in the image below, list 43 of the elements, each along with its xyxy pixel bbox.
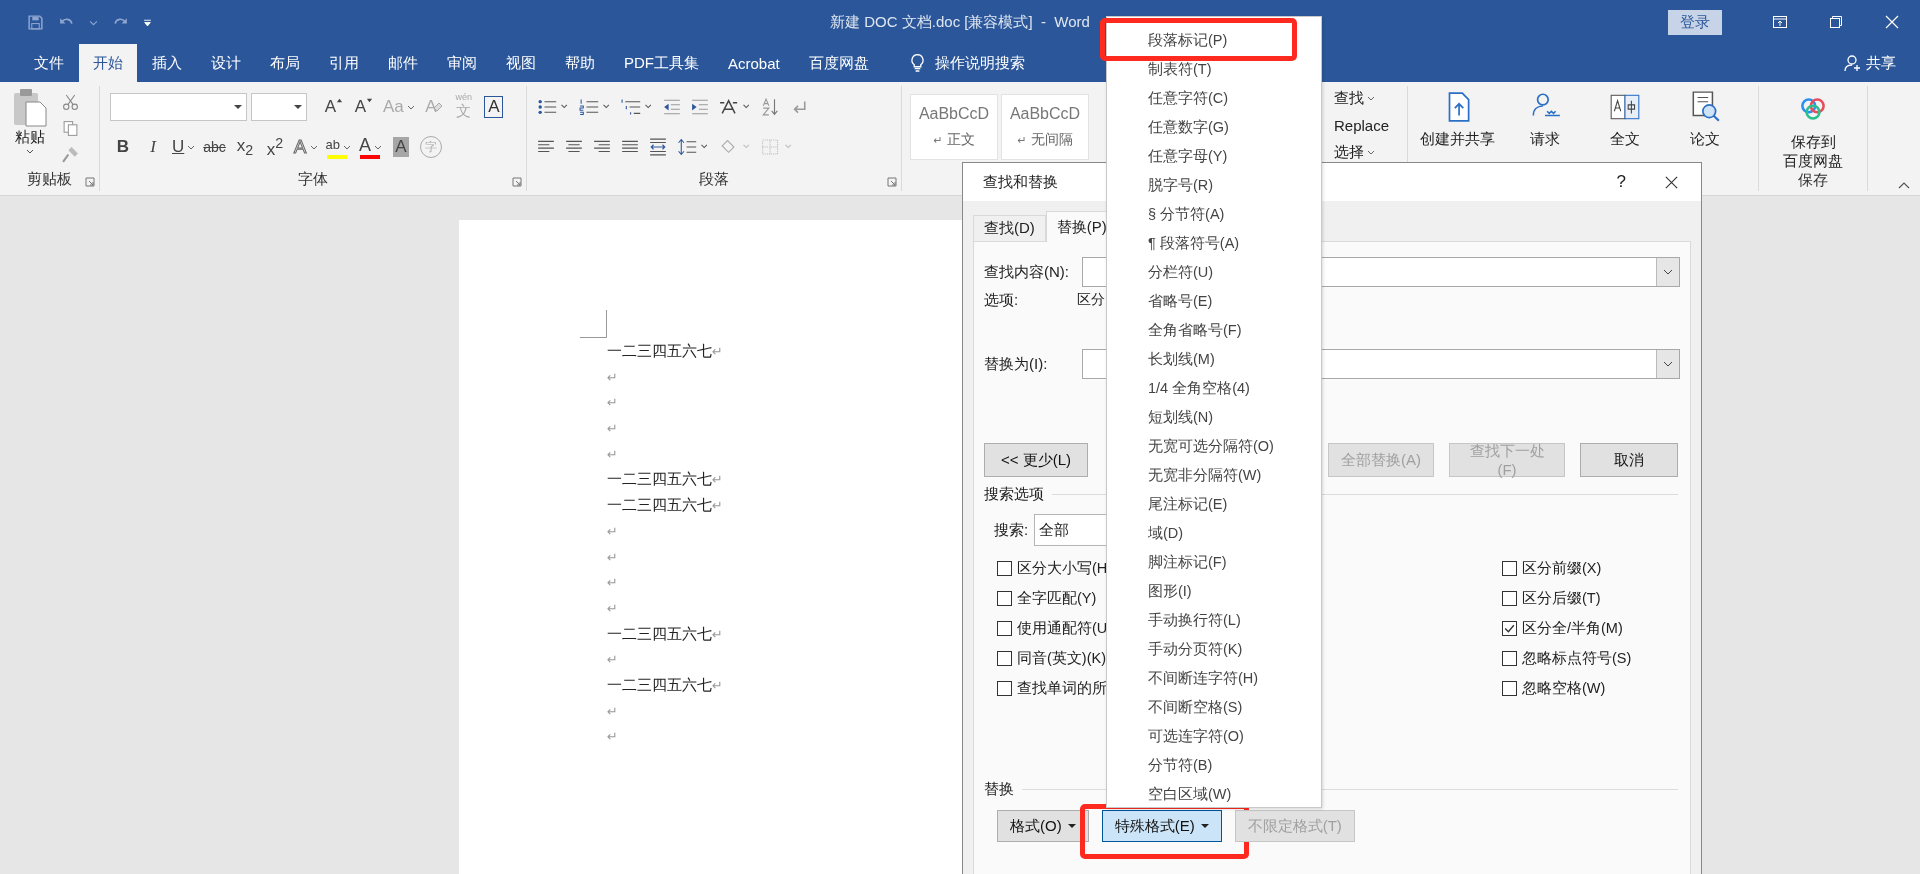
group-label: 段落 — [699, 169, 729, 189]
style-sample: AaBbCcD — [918, 105, 990, 123]
document-line: 一二三四五六七↵ — [607, 495, 723, 516]
paragraph-mark: ↵ — [607, 522, 618, 541]
checkbox-label: 查找单词的所 — [1017, 678, 1107, 698]
checkbox-label: 区分后缀(T) — [1522, 588, 1601, 608]
window-title: 新建 DOC 文档.doc [兼容模式] - Word — [830, 12, 1090, 32]
paragraph-mark: ↵ — [607, 702, 618, 721]
document-line: 一二三四五六七↵ — [607, 341, 723, 361]
search-label: 搜索: — [994, 520, 1029, 540]
section-label: 替换 — [984, 779, 1014, 799]
document-line: 一二三四五六七↵ — [607, 469, 723, 490]
checkbox-label: 全字匹配(Y) — [1017, 588, 1097, 608]
field-label: 选项: — [984, 290, 1020, 310]
section-label: 搜索选项 — [984, 484, 1044, 504]
checkbox-label: 使用通配符(U — [1017, 618, 1108, 638]
paragraph-mark: ↵ — [607, 394, 618, 413]
paragraph-mark: ↵ — [607, 445, 618, 464]
group-label: 保存 — [1798, 171, 1828, 190]
paragraph-mark: ↵ — [607, 420, 618, 439]
group-label: 字体 — [298, 169, 328, 189]
style-name: ↵ 无间隔 — [1017, 131, 1073, 149]
paragraph-mark: ↵ — [607, 574, 618, 593]
paragraph-mark: ↵ — [607, 651, 618, 670]
style-name: ↵ 正文 — [933, 131, 975, 149]
checkbox-label: 忽略标点符号(S) — [1522, 648, 1632, 668]
paragraph-mark: ↵ — [607, 548, 618, 567]
document-line: 一二三四五六七↵ — [607, 674, 723, 695]
field-label: 替换为(I): — [984, 354, 1049, 374]
document-line: 一二三四五六七↵ — [607, 623, 723, 644]
options-value: 区分 — [1077, 291, 1105, 309]
checkbox-label: 区分全/半角(M) — [1522, 618, 1623, 638]
checkbox-label: 同音(英文)(K) — [1017, 648, 1106, 668]
style-sample: AaBbCcD — [1009, 105, 1081, 123]
group-label: 剪贴板 — [27, 169, 72, 189]
dialog-title: 查找和替换 — [983, 172, 1058, 192]
paragraph-mark: ↵ — [607, 599, 618, 618]
checkbox-label: 忽略空格(W) — [1522, 678, 1606, 698]
checkbox-label: 区分大小写(H — [1017, 558, 1108, 578]
field-label: 查找内容(N): — [984, 262, 1070, 282]
paragraph-mark: ↵ — [607, 368, 618, 387]
checkbox-label: 区分前缀(X) — [1522, 558, 1602, 578]
paragraph-mark: ↵ — [607, 728, 618, 747]
